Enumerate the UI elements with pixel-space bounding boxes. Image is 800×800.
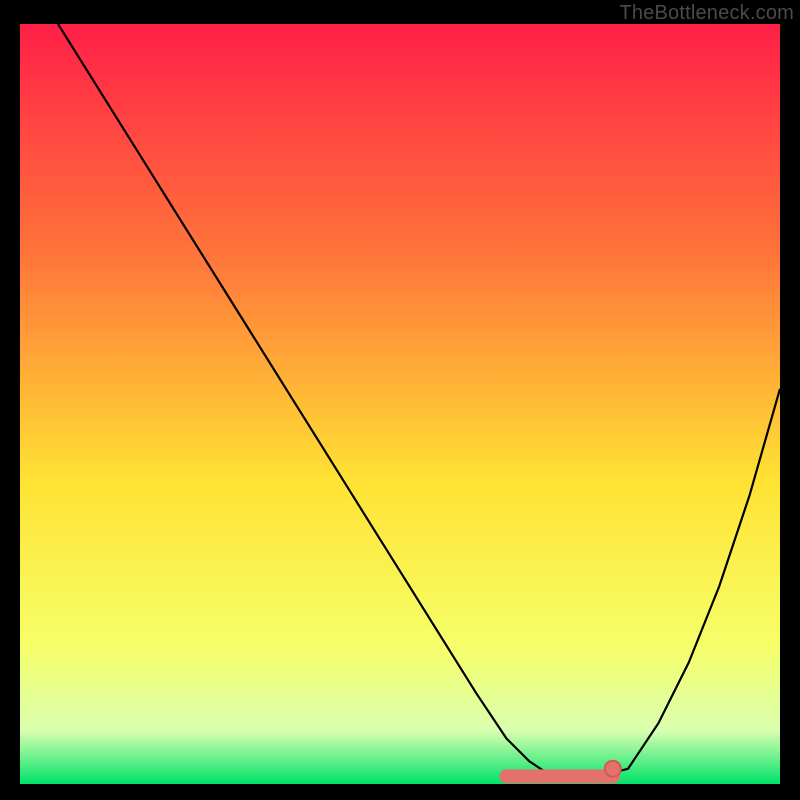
- optimal-point-marker: [605, 761, 621, 777]
- plot-area: [20, 24, 780, 784]
- gradient-background: [20, 24, 780, 784]
- watermark-text: TheBottleneck.com: [619, 2, 794, 25]
- chart-svg: [20, 24, 780, 784]
- chart-frame: TheBottleneck.com: [0, 0, 800, 800]
